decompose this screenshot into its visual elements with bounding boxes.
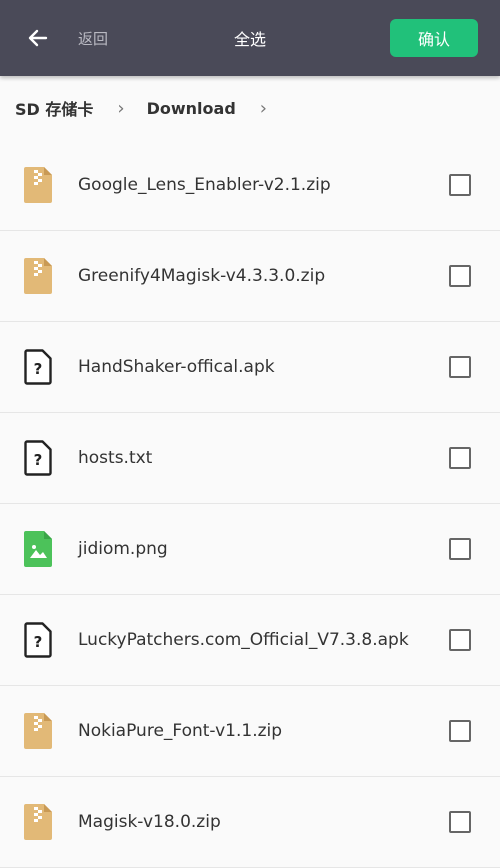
chevron-right-icon: › — [117, 97, 125, 119]
breadcrumb: SD 存储卡 › Download › — [0, 76, 500, 140]
file-checkbox[interactable] — [449, 629, 471, 651]
file-row[interactable]: jidiom.png — [0, 504, 500, 595]
zip-file-icon — [24, 713, 52, 749]
image-file-icon — [24, 531, 52, 567]
file-name: HandShaker-offical.apk — [78, 357, 275, 377]
back-button[interactable] — [20, 20, 56, 56]
confirm-button[interactable]: 确认 — [390, 19, 478, 57]
file-row[interactable]: ? hosts.txt — [0, 413, 500, 504]
file-name: Magisk-v18.0.zip — [78, 812, 221, 832]
file-name: Google_Lens_Enabler-v2.1.zip — [78, 175, 331, 195]
zip-file-icon — [24, 804, 52, 840]
breadcrumb-sd-card[interactable]: SD 存储卡 — [15, 96, 93, 120]
file-checkbox[interactable] — [449, 720, 471, 742]
zip-file-icon — [24, 167, 52, 203]
file-name: hosts.txt — [78, 448, 153, 468]
file-row[interactable]: ? HandShaker-offical.apk — [0, 322, 500, 413]
select-all-button[interactable]: 全选 — [234, 30, 266, 49]
back-label[interactable]: 返回 — [78, 28, 108, 49]
file-checkbox[interactable] — [449, 265, 471, 287]
file-name: Greenify4Magisk-v4.3.3.0.zip — [78, 266, 326, 286]
top-bar: 返回 全选 确认 — [0, 0, 500, 76]
svg-text:?: ? — [34, 360, 43, 378]
back-arrow-icon — [28, 29, 48, 47]
breadcrumb-download[interactable]: Download — [147, 99, 236, 118]
unknown-file-icon: ? — [24, 440, 52, 476]
chevron-right-icon: › — [259, 97, 267, 119]
file-row[interactable]: Magisk-v18.0.zip — [0, 777, 500, 868]
file-checkbox[interactable] — [449, 538, 471, 560]
file-list: Google_Lens_Enabler-v2.1.zip Greenify4Mag… — [0, 140, 500, 868]
file-checkbox[interactable] — [449, 811, 471, 833]
file-checkbox[interactable] — [449, 174, 471, 196]
file-row[interactable]: NokiaPure_Font-v1.1.zip — [0, 686, 500, 777]
file-name: LuckyPatchers.com_Official_V7.3.8.apk — [78, 630, 409, 650]
unknown-file-icon: ? — [24, 349, 52, 385]
svg-text:?: ? — [34, 633, 43, 651]
zip-file-icon — [24, 258, 52, 294]
file-checkbox[interactable] — [449, 356, 471, 378]
file-row[interactable]: Google_Lens_Enabler-v2.1.zip — [0, 140, 500, 231]
file-checkbox[interactable] — [449, 447, 471, 469]
svg-text:?: ? — [34, 451, 43, 469]
file-row[interactable]: ? LuckyPatchers.com_Official_V7.3.8.apk — [0, 595, 500, 686]
unknown-file-icon: ? — [24, 622, 52, 658]
file-name: NokiaPure_Font-v1.1.zip — [78, 721, 283, 741]
file-row[interactable]: Greenify4Magisk-v4.3.3.0.zip — [0, 231, 500, 322]
file-name: jidiom.png — [78, 539, 168, 559]
